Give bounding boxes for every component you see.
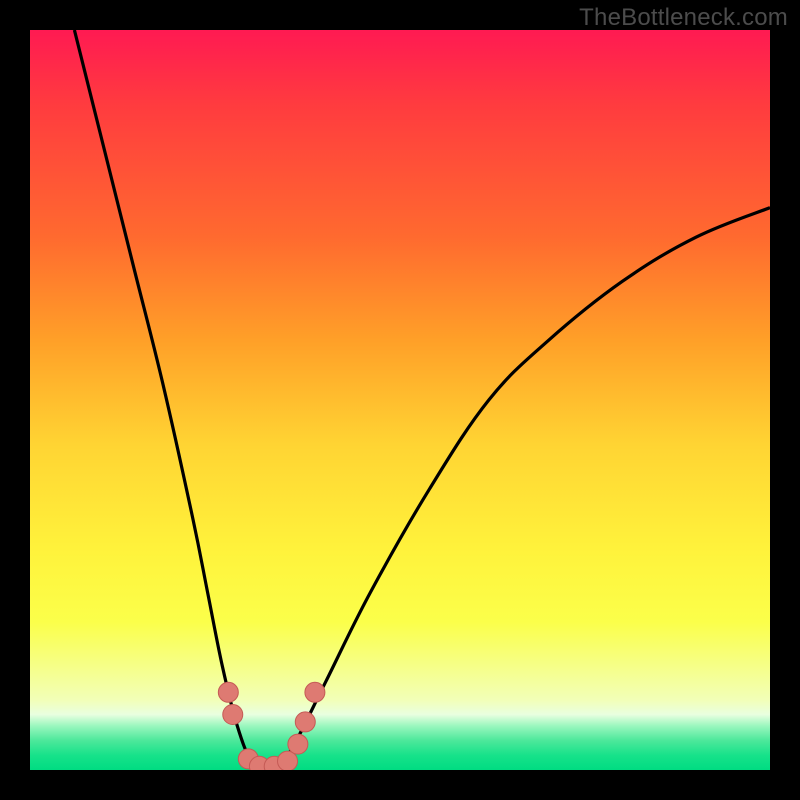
curve-marker	[218, 682, 238, 702]
curve-layer	[30, 30, 770, 770]
curve-marker	[305, 682, 325, 702]
curve-marker	[288, 734, 308, 754]
curve-markers	[218, 682, 325, 770]
curve-marker	[295, 712, 315, 732]
curve-marker	[223, 705, 243, 725]
plot-area	[30, 30, 770, 770]
bottleneck-curve	[74, 30, 770, 770]
attribution-watermark: TheBottleneck.com	[579, 4, 788, 32]
chart-frame: TheBottleneck.com	[0, 0, 800, 800]
